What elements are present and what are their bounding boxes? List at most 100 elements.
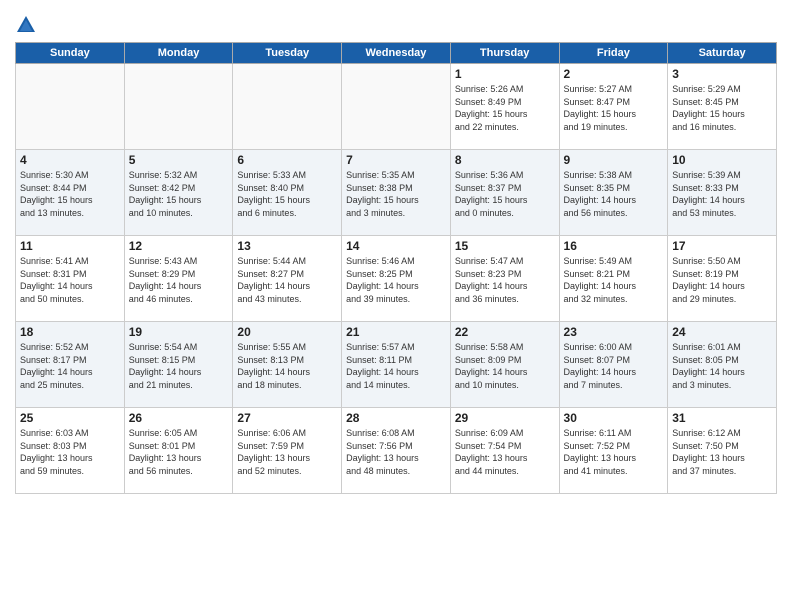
week-row-4: 18Sunrise: 5:52 AMSunset: 8:17 PMDayligh…	[16, 322, 777, 408]
day-info: Sunset: 8:07 PM	[564, 354, 664, 367]
day-number: 14	[346, 239, 446, 253]
calendar-cell	[342, 64, 451, 150]
day-number: 8	[455, 153, 555, 167]
day-info: Daylight: 14 hours	[564, 194, 664, 207]
weekday-header-tuesday: Tuesday	[233, 43, 342, 64]
day-info: and 19 minutes.	[564, 121, 664, 134]
calendar-cell: 18Sunrise: 5:52 AMSunset: 8:17 PMDayligh…	[16, 322, 125, 408]
day-info: Sunset: 8:37 PM	[455, 182, 555, 195]
day-info: Sunrise: 5:46 AM	[346, 255, 446, 268]
day-info: Daylight: 15 hours	[564, 108, 664, 121]
calendar-cell: 7Sunrise: 5:35 AMSunset: 8:38 PMDaylight…	[342, 150, 451, 236]
day-info: and 0 minutes.	[455, 207, 555, 220]
day-info: Daylight: 13 hours	[455, 452, 555, 465]
day-info: and 10 minutes.	[455, 379, 555, 392]
day-info: Sunset: 7:59 PM	[237, 440, 337, 453]
day-info: Daylight: 13 hours	[564, 452, 664, 465]
weekday-header-row: SundayMondayTuesdayWednesdayThursdayFrid…	[16, 43, 777, 64]
day-info: and 50 minutes.	[20, 293, 120, 306]
logo-icon	[15, 14, 37, 36]
day-info: Daylight: 14 hours	[564, 280, 664, 293]
day-info: Sunset: 8:27 PM	[237, 268, 337, 281]
day-info: and 14 minutes.	[346, 379, 446, 392]
calendar-cell	[124, 64, 233, 150]
day-info: Daylight: 14 hours	[20, 366, 120, 379]
day-info: Sunrise: 5:47 AM	[455, 255, 555, 268]
day-number: 6	[237, 153, 337, 167]
day-number: 22	[455, 325, 555, 339]
calendar-cell: 9Sunrise: 5:38 AMSunset: 8:35 PMDaylight…	[559, 150, 668, 236]
calendar-cell: 2Sunrise: 5:27 AMSunset: 8:47 PMDaylight…	[559, 64, 668, 150]
calendar-cell: 14Sunrise: 5:46 AMSunset: 8:25 PMDayligh…	[342, 236, 451, 322]
calendar-cell: 5Sunrise: 5:32 AMSunset: 8:42 PMDaylight…	[124, 150, 233, 236]
day-info: Daylight: 13 hours	[346, 452, 446, 465]
day-number: 18	[20, 325, 120, 339]
day-number: 10	[672, 153, 772, 167]
day-info: and 52 minutes.	[237, 465, 337, 478]
calendar-cell: 30Sunrise: 6:11 AMSunset: 7:52 PMDayligh…	[559, 408, 668, 494]
calendar-cell: 24Sunrise: 6:01 AMSunset: 8:05 PMDayligh…	[668, 322, 777, 408]
day-info: Daylight: 15 hours	[237, 194, 337, 207]
day-info: Sunset: 8:49 PM	[455, 96, 555, 109]
day-info: Daylight: 13 hours	[20, 452, 120, 465]
calendar-cell: 23Sunrise: 6:00 AMSunset: 8:07 PMDayligh…	[559, 322, 668, 408]
week-row-2: 4Sunrise: 5:30 AMSunset: 8:44 PMDaylight…	[16, 150, 777, 236]
calendar-cell: 29Sunrise: 6:09 AMSunset: 7:54 PMDayligh…	[450, 408, 559, 494]
day-number: 9	[564, 153, 664, 167]
calendar-cell: 4Sunrise: 5:30 AMSunset: 8:44 PMDaylight…	[16, 150, 125, 236]
day-info: Sunrise: 5:43 AM	[129, 255, 229, 268]
weekday-header-wednesday: Wednesday	[342, 43, 451, 64]
day-number: 11	[20, 239, 120, 253]
calendar-cell: 26Sunrise: 6:05 AMSunset: 8:01 PMDayligh…	[124, 408, 233, 494]
day-number: 29	[455, 411, 555, 425]
day-info: Sunrise: 5:55 AM	[237, 341, 337, 354]
day-number: 2	[564, 67, 664, 81]
day-info: Sunset: 8:47 PM	[564, 96, 664, 109]
day-info: Daylight: 15 hours	[455, 194, 555, 207]
day-info: Daylight: 15 hours	[20, 194, 120, 207]
day-info: Sunset: 8:15 PM	[129, 354, 229, 367]
day-info: Sunset: 8:01 PM	[129, 440, 229, 453]
week-row-1: 1Sunrise: 5:26 AMSunset: 8:49 PMDaylight…	[16, 64, 777, 150]
day-info: Sunrise: 5:54 AM	[129, 341, 229, 354]
day-info: Daylight: 14 hours	[455, 280, 555, 293]
day-number: 7	[346, 153, 446, 167]
day-info: Sunrise: 5:58 AM	[455, 341, 555, 354]
calendar-cell: 27Sunrise: 6:06 AMSunset: 7:59 PMDayligh…	[233, 408, 342, 494]
day-info: Sunrise: 6:03 AM	[20, 427, 120, 440]
day-info: Sunrise: 5:49 AM	[564, 255, 664, 268]
day-number: 31	[672, 411, 772, 425]
day-info: Sunset: 8:05 PM	[672, 354, 772, 367]
day-info: and 13 minutes.	[20, 207, 120, 220]
day-info: Daylight: 14 hours	[129, 280, 229, 293]
day-number: 3	[672, 67, 772, 81]
day-info: Daylight: 14 hours	[346, 366, 446, 379]
day-info: Sunset: 7:50 PM	[672, 440, 772, 453]
day-info: Sunrise: 6:01 AM	[672, 341, 772, 354]
day-info: Daylight: 13 hours	[237, 452, 337, 465]
day-info: and 36 minutes.	[455, 293, 555, 306]
day-info: and 39 minutes.	[346, 293, 446, 306]
day-info: and 56 minutes.	[564, 207, 664, 220]
calendar-page: SundayMondayTuesdayWednesdayThursdayFrid…	[0, 0, 792, 612]
day-number: 27	[237, 411, 337, 425]
day-number: 1	[455, 67, 555, 81]
day-info: Sunset: 7:52 PM	[564, 440, 664, 453]
day-info: and 10 minutes.	[129, 207, 229, 220]
calendar-cell: 22Sunrise: 5:58 AMSunset: 8:09 PMDayligh…	[450, 322, 559, 408]
day-info: Daylight: 14 hours	[672, 194, 772, 207]
day-info: and 16 minutes.	[672, 121, 772, 134]
day-info: Sunrise: 5:30 AM	[20, 169, 120, 182]
day-info: Sunset: 8:33 PM	[672, 182, 772, 195]
day-info: and 3 minutes.	[672, 379, 772, 392]
calendar-cell	[16, 64, 125, 150]
day-info: and 21 minutes.	[129, 379, 229, 392]
day-info: Sunset: 8:23 PM	[455, 268, 555, 281]
day-info: Sunset: 7:56 PM	[346, 440, 446, 453]
day-number: 23	[564, 325, 664, 339]
calendar-cell: 8Sunrise: 5:36 AMSunset: 8:37 PMDaylight…	[450, 150, 559, 236]
day-info: Sunrise: 5:29 AM	[672, 83, 772, 96]
day-info: and 59 minutes.	[20, 465, 120, 478]
calendar-cell: 20Sunrise: 5:55 AMSunset: 8:13 PMDayligh…	[233, 322, 342, 408]
weekday-header-thursday: Thursday	[450, 43, 559, 64]
